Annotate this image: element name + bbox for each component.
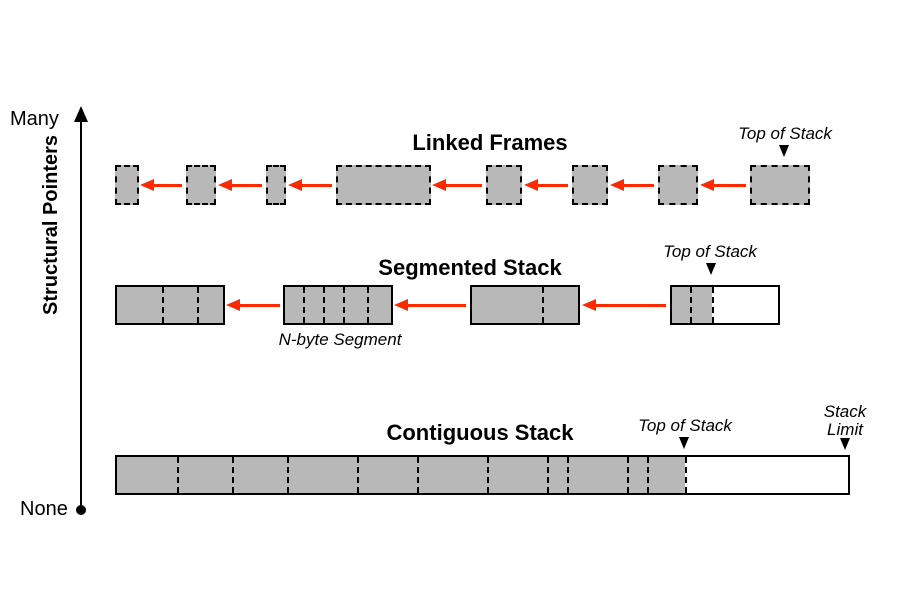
- link-arrow-icon: [238, 304, 280, 307]
- linked-top-of-stack-label: Top of Stack: [720, 124, 850, 144]
- arrow-down-icon: [779, 145, 789, 157]
- segmented-stack-title: Segmented Stack: [320, 255, 620, 281]
- arrow-down-icon: [840, 438, 850, 450]
- link-arrow-icon: [712, 184, 746, 187]
- segmented-top-of-stack-label: Top of Stack: [645, 242, 775, 262]
- stack-segment: [115, 285, 225, 325]
- axis-max-label: Many: [10, 108, 59, 131]
- stack-limit-label: Stack Limit: [810, 403, 880, 439]
- link-arrow-icon: [594, 304, 666, 307]
- link-arrow-icon: [444, 184, 482, 187]
- stack-segment: [470, 285, 580, 325]
- contiguous-stack-title: Contiguous Stack: [330, 420, 630, 446]
- contiguous-stack: [115, 455, 850, 495]
- linked-frame: [336, 165, 431, 205]
- linked-frame: [266, 165, 286, 205]
- link-arrow-icon: [300, 184, 332, 187]
- used-region: [117, 457, 685, 493]
- link-arrow-icon: [152, 184, 182, 187]
- y-axis: [80, 120, 82, 510]
- link-arrow-icon: [230, 184, 262, 187]
- linked-frame: [186, 165, 216, 205]
- linked-frame: [572, 165, 608, 205]
- stack-segment: [670, 285, 780, 325]
- linked-frame: [486, 165, 522, 205]
- linked-frame: [658, 165, 698, 205]
- link-arrow-icon: [622, 184, 654, 187]
- link-arrow-icon: [536, 184, 568, 187]
- link-arrow-icon: [406, 304, 466, 307]
- linked-frame: [115, 165, 139, 205]
- linked-frames-title: Linked Frames: [340, 130, 640, 156]
- stack-segment: [283, 285, 393, 325]
- arrow-down-icon: [706, 263, 716, 275]
- arrow-down-icon: [679, 437, 689, 449]
- axis-min-label: None: [20, 498, 68, 521]
- axis-title: Structural Pointers: [40, 135, 63, 315]
- contig-top-of-stack-label: Top of Stack: [620, 416, 750, 436]
- segment-caption: N-byte Segment: [265, 330, 415, 350]
- linked-frame: [750, 165, 810, 205]
